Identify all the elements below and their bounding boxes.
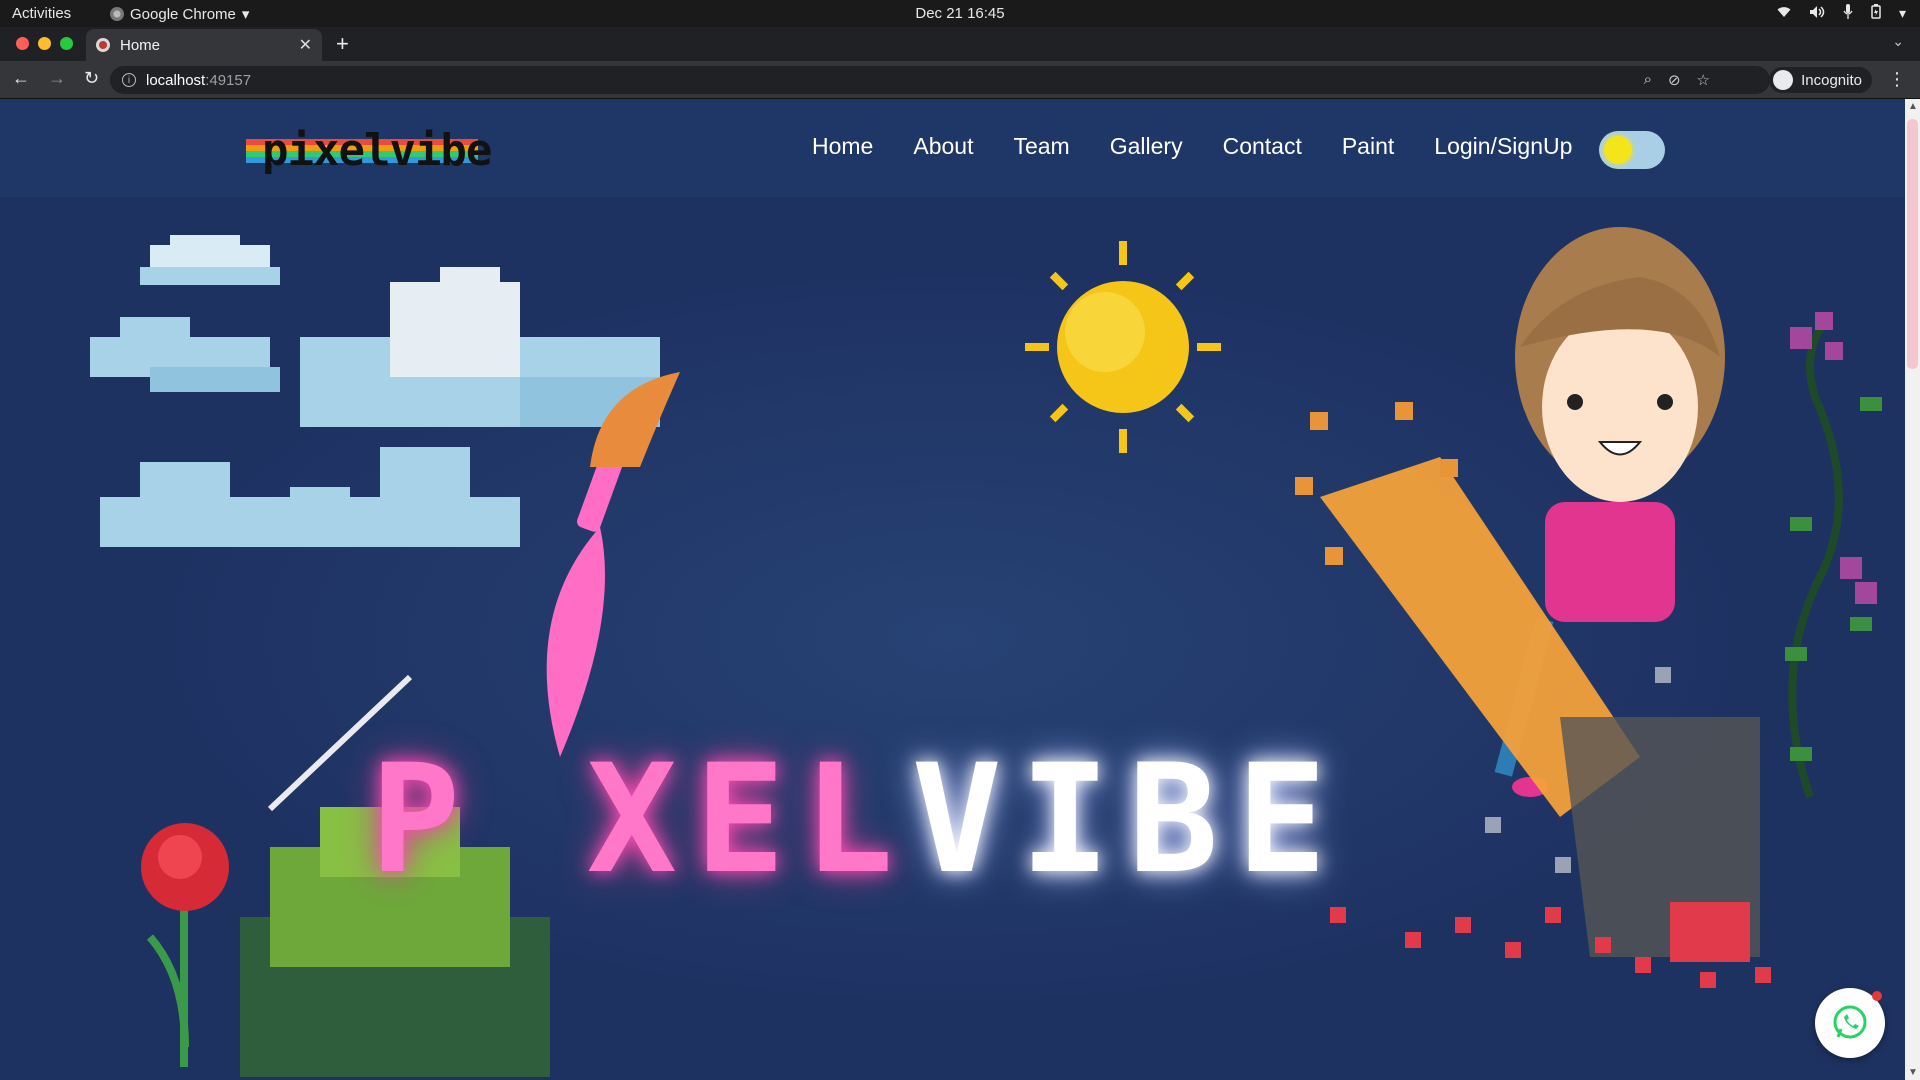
omnibox-actions: ⌕ ⊘ ☆ <box>1644 71 1710 89</box>
volume-icon <box>1809 5 1825 22</box>
chevron-down-icon: ▾ <box>1898 4 1906 21</box>
nav-login-signup[interactable]: Login/SignUp <box>1434 133 1572 160</box>
url-host: localhost <box>146 71 206 89</box>
incognito-profile-button[interactable]: Incognito <box>1769 67 1872 93</box>
tab-home[interactable]: Home ✕ <box>86 29 322 61</box>
site-info-icon[interactable]: i <box>122 73 136 87</box>
microphone-icon <box>1843 4 1853 22</box>
favicon-icon <box>96 38 110 52</box>
more-options-icon[interactable]: ⋮ <box>1888 69 1906 90</box>
scroll-down-arrow-icon[interactable]: ▼ <box>1908 1067 1918 1078</box>
nav-home[interactable]: Home <box>812 133 873 160</box>
close-tab-icon[interactable]: ✕ <box>299 35 312 55</box>
cloud-icon <box>140 235 280 285</box>
wifi-icon <box>1777 5 1791 21</box>
back-arrow-icon[interactable]: ← <box>12 68 30 89</box>
profile-label: Incognito <box>1801 71 1862 89</box>
url-port: :49157 <box>205 71 252 89</box>
system-tray[interactable]: ▾ <box>1777 4 1906 22</box>
forward-arrow-icon[interactable]: → <box>48 68 66 89</box>
scrollbar-thumb[interactable] <box>1907 119 1918 369</box>
cloud-icon <box>300 267 660 427</box>
star-icon[interactable]: ☆ <box>1697 71 1710 89</box>
site-logo[interactable]: pixelvibe <box>240 127 492 175</box>
whatsapp-chat-button[interactable] <box>1815 988 1885 1058</box>
hero-title-vibe: VIBE <box>911 733 1345 907</box>
battery-icon <box>1871 4 1881 22</box>
pixel-wand-illustration <box>1295 402 1771 988</box>
cloud-icon <box>100 447 520 547</box>
eye-slash-icon[interactable]: ⊘ <box>1668 71 1681 89</box>
whatsapp-icon <box>1833 1005 1867 1039</box>
nav-contact[interactable]: Contact <box>1223 133 1302 160</box>
hero-title-pixel: P XEL <box>370 733 912 907</box>
notification-dot <box>1872 991 1882 1001</box>
address-bar: ← → ↻ i localhost :49157 ⌕ ⊘ ☆ Incognito… <box>0 61 1920 99</box>
vine-flowers-icon <box>1785 312 1882 799</box>
theme-toggle[interactable] <box>1599 131 1665 169</box>
logo-text: pixelvibe <box>262 125 492 176</box>
close-window-button[interactable] <box>16 37 29 50</box>
nav-gallery[interactable]: Gallery <box>1110 133 1183 160</box>
maximize-window-button[interactable] <box>60 37 73 50</box>
new-tab-button[interactable]: + <box>336 31 349 57</box>
tab-search-icon[interactable]: ⌄ <box>1892 33 1904 50</box>
page-scrollbar[interactable]: ▲ ▼ <box>1905 99 1920 1080</box>
nav-team[interactable]: Team <box>1013 133 1069 160</box>
window-controls <box>16 37 73 50</box>
tab-bar: Home ✕ + ⌄ <box>0 27 1920 61</box>
tab-title: Home <box>120 36 161 54</box>
nav-paint[interactable]: Paint <box>1342 133 1394 160</box>
zoom-icon[interactable]: ⌕ <box>1644 71 1652 89</box>
navigation-buttons: ← → ↻ <box>12 68 99 89</box>
hero-illustration <box>90 227 1882 1077</box>
site-header: pixelvibe Home About Team Gallery Contac… <box>0 99 1905 197</box>
nav-about[interactable]: About <box>913 133 973 160</box>
web-page: pixelvibe Home About Team Gallery Contac… <box>0 99 1905 1080</box>
scroll-up-arrow-icon[interactable]: ▲ <box>1908 101 1918 112</box>
reload-icon[interactable]: ↻ <box>84 68 99 89</box>
main-nav: Home About Team Gallery Contact Paint Lo… <box>812 133 1572 160</box>
hero-title: P XELVIBE <box>370 745 1345 895</box>
incognito-icon <box>1773 70 1794 90</box>
os-top-bar: Activities Google Chrome ▾ Dec 21 16:45 … <box>0 0 1920 27</box>
cloud-icon <box>90 317 280 392</box>
toggle-knob <box>1604 136 1632 164</box>
url-input[interactable]: i localhost :49157 <box>110 66 1770 94</box>
sun-icon <box>1025 241 1221 453</box>
minimize-window-button[interactable] <box>38 37 51 50</box>
rose-icon <box>141 823 229 1067</box>
clock[interactable]: Dec 21 16:45 <box>0 5 1920 22</box>
hero-section: P XELVIBE <box>0 197 1905 1080</box>
